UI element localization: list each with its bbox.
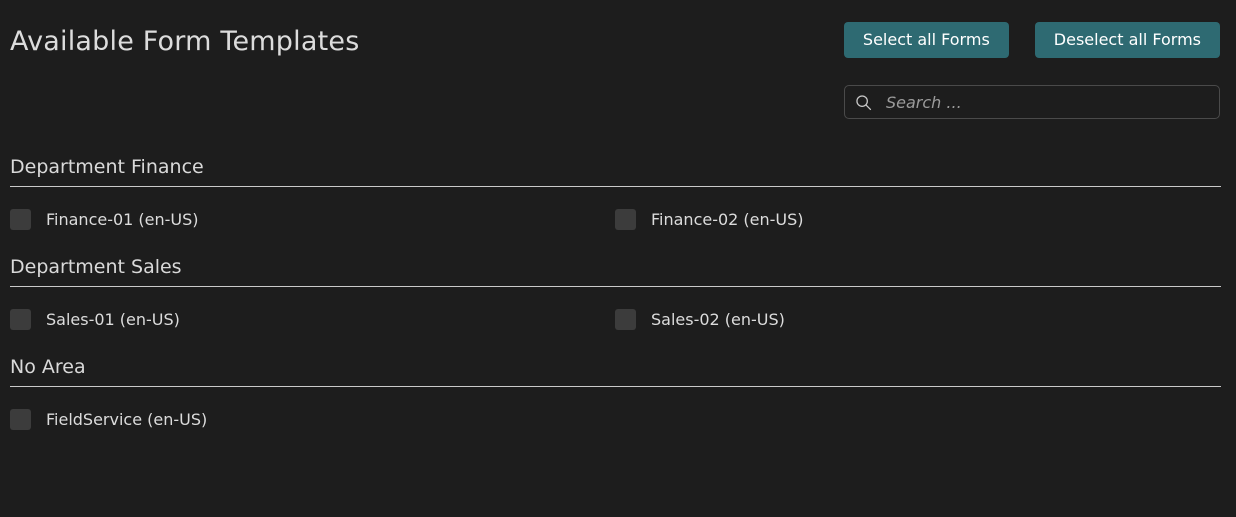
search-icon — [856, 94, 872, 110]
form-checkbox[interactable] — [615, 208, 636, 230]
form-templates-page: Available Form Templates Select all Form… — [0, 0, 1236, 517]
form-item-label: Finance-02 (en-US) — [651, 209, 804, 229]
form-section: No Area FieldService (en-US) — [0, 355, 1236, 455]
section-item-list: Sales-01 (en-US) Sales-02 (en-US) — [0, 287, 1236, 355]
form-template-item[interactable]: Finance-02 (en-US) — [0, 205, 804, 233]
section-item-list: Finance-01 (en-US) Finance-02 (en-US) — [0, 187, 1236, 255]
section-item-list: FieldService (en-US) — [0, 387, 1236, 455]
form-sections: Department Finance Finance-01 (en-US) Fina… — [0, 155, 1236, 455]
search-box[interactable] — [844, 85, 1220, 119]
form-section: Department Finance Finance-01 (en-US) Fina… — [0, 155, 1236, 255]
form-item-label: FieldService (en-US) — [46, 409, 208, 429]
form-item-label: Sales-02 (en-US) — [651, 309, 785, 329]
deselect-all-forms-button[interactable]: Deselect all Forms — [1034, 22, 1220, 58]
section-title: No Area — [10, 355, 1221, 387]
page-title: Available Form Templates — [10, 26, 360, 57]
form-checkbox[interactable] — [10, 408, 31, 430]
form-section: Department Sales Sales-01 (en-US) Sales-02… — [0, 255, 1236, 355]
section-title: Department Finance — [10, 155, 1221, 187]
section-title: Department Sales — [10, 255, 1221, 287]
page-header: Available Form Templates Select all Form… — [0, 0, 1236, 70]
header-actions: Select all Forms Deselect all Forms — [843, 22, 1220, 58]
form-template-item[interactable]: Sales-02 (en-US) — [0, 305, 785, 333]
search-input[interactable] — [884, 91, 1209, 113]
form-template-item[interactable]: FieldService (en-US) — [0, 405, 618, 433]
select-all-forms-button[interactable]: Select all Forms — [843, 22, 1009, 58]
form-checkbox[interactable] — [615, 308, 636, 330]
